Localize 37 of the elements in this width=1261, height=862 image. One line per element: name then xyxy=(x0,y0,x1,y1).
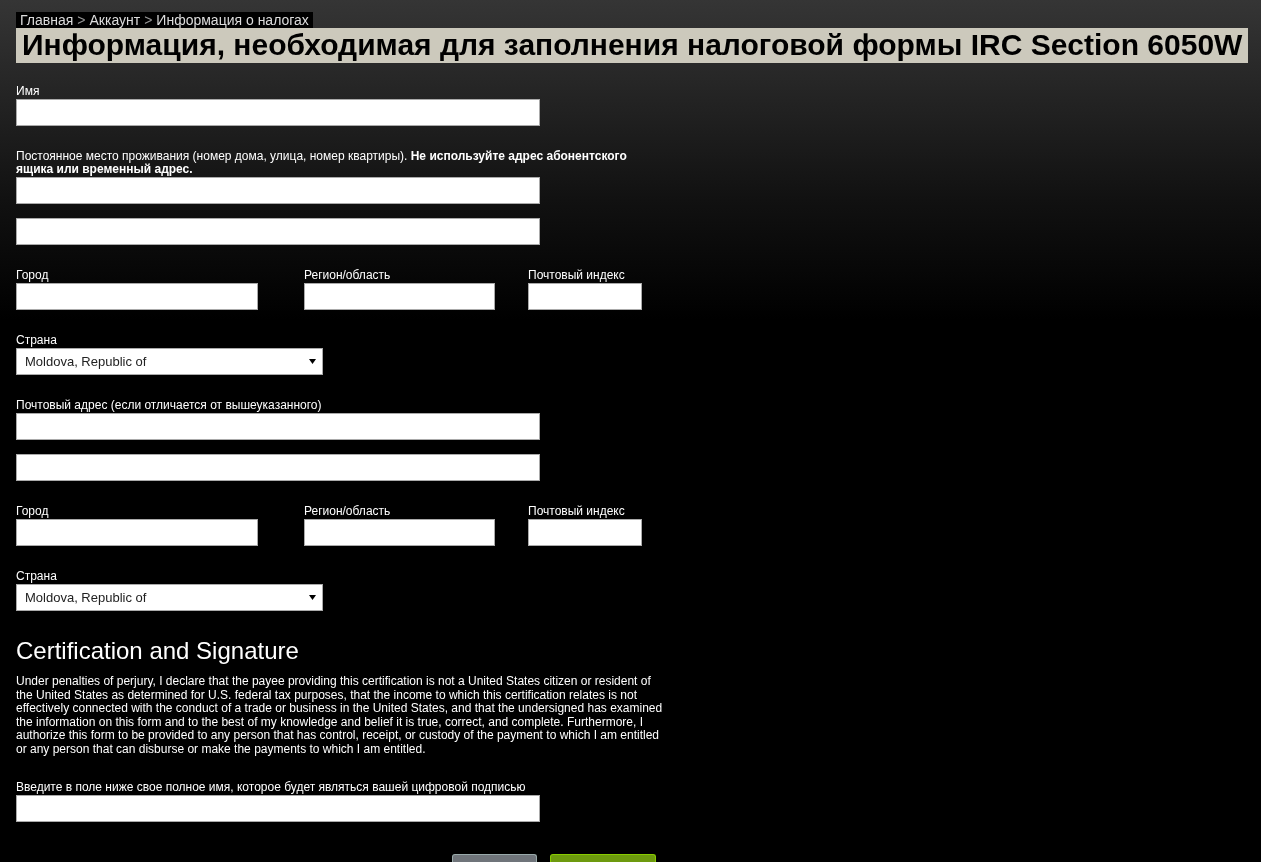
breadcrumb-separator: > xyxy=(144,12,153,28)
field-label: Почтовый адрес (если отличается от вышеуказанного) xyxy=(16,399,323,412)
certification-text: Under penalties of perjury, I declare that the payee providing this certification is not a United States citizen or resident of the United States as determined for U.S. federal tax purposes, that the income to which this certification relates is not effectively connected with the conduct of a trade or business in the United States, and that the undersigned has examined the information on this form and to the best of my knowledge and belief it is true, correct, and complete. Furthermore, I authorize this form to be provided to any person that has control, receipt, or custody of the payment to which I am entitled or any person that can disburse or make the payments to which I am entitled. xyxy=(16,675,664,757)
text-input[interactable] xyxy=(16,519,258,546)
breadcrumb-link[interactable]: Аккаунт xyxy=(89,12,141,28)
text-input[interactable] xyxy=(16,218,540,245)
submit-button[interactable] xyxy=(550,854,656,862)
field-label: Страна xyxy=(16,334,58,347)
field-label: Регион/область xyxy=(304,505,392,518)
country-select[interactable]: Moldova, Republic of xyxy=(16,348,323,375)
text-input[interactable] xyxy=(16,413,540,440)
cancel-button[interactable] xyxy=(452,854,537,862)
text-input[interactable] xyxy=(16,99,540,126)
text-input[interactable] xyxy=(528,519,642,546)
country-select[interactable]: Moldova, Republic of xyxy=(16,584,323,611)
page-title: Информация, необходимая для заполнения налоговой формы IRC Section 6050W xyxy=(16,28,1249,63)
breadcrumb-separator: > xyxy=(77,12,86,28)
field-label: Почтовый индекс xyxy=(528,505,626,518)
field-label: Почтовый индекс xyxy=(528,269,626,282)
breadcrumb-link[interactable]: Главная xyxy=(20,12,74,28)
signature-input[interactable] xyxy=(16,794,540,822)
text-input[interactable] xyxy=(528,283,642,310)
caret-icon xyxy=(309,359,316,364)
field-label: Введите в поле ниже свое полное имя, которое будет являться вашей цифровой подписью xyxy=(16,780,527,794)
text-input[interactable] xyxy=(16,177,540,204)
text-input[interactable] xyxy=(304,283,495,310)
section-heading: Certification and Signature xyxy=(16,637,300,665)
field-label: Город xyxy=(16,269,50,282)
text-input[interactable] xyxy=(16,454,540,481)
field-label: Регион/область xyxy=(304,269,392,282)
field-label: Страна xyxy=(16,570,58,583)
text-input[interactable] xyxy=(16,283,258,310)
caret-icon xyxy=(309,595,316,600)
text-input[interactable] xyxy=(304,519,495,546)
field-label: Постоянное место проживания (номер дома, улица, номер квартиры). Не используйте адрес абонентского ящика или временный адрес. xyxy=(16,150,628,176)
field-label: Имя xyxy=(16,85,41,98)
field-label: Город xyxy=(16,505,50,518)
